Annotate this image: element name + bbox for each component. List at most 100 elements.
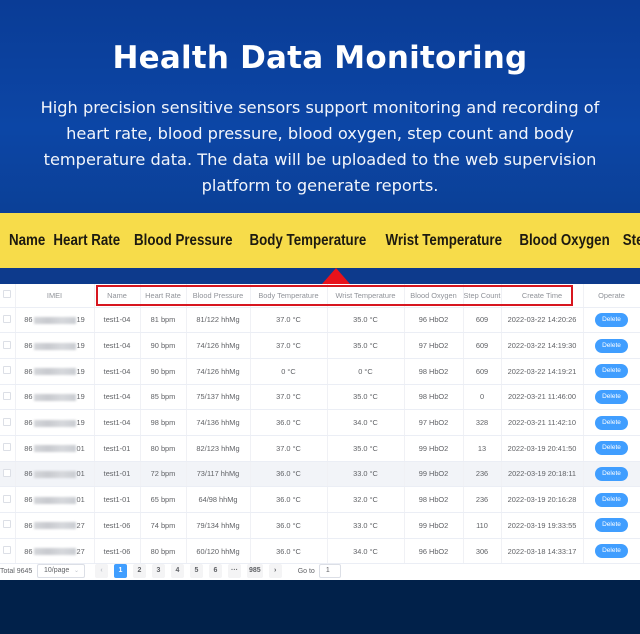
name-cell: test1-06 [94, 538, 141, 565]
row-checkbox[interactable] [0, 538, 16, 565]
operate-cell: Delete [583, 332, 640, 359]
page-button[interactable]: 3 [152, 564, 165, 578]
column-header: IMEI [15, 284, 95, 308]
body-temp-cell: 36.0 °C [250, 409, 328, 436]
page-button[interactable]: 2 [133, 564, 146, 578]
heart-rate-cell: 74 bpm [140, 512, 187, 539]
name-cell: test1-04 [94, 409, 141, 436]
delete-button[interactable]: Delete [595, 441, 628, 456]
next-page-button[interactable]: › [268, 564, 282, 578]
step-count-cell: 328 [463, 409, 502, 436]
goto-page-input[interactable]: 1 [318, 564, 341, 578]
body-temp-cell: 36.0 °C [250, 486, 328, 513]
redacted-imei [33, 496, 76, 504]
delete-button[interactable]: Delete [595, 415, 628, 430]
delete-button[interactable]: Delete [595, 389, 628, 404]
column-header: Step Count [463, 284, 502, 308]
blood-pressure-cell: 75/137 hhMg [186, 384, 251, 411]
table-row[interactable]: 86 01 test1-01 65 bpm 64/98 hhMg 36.0 °C 32.0 … [0, 486, 640, 513]
blood-oxygen-cell: 96 HbO2 [404, 307, 464, 334]
more-pages-button[interactable]: ··· [228, 564, 241, 578]
step-count-cell: 13 [463, 435, 502, 462]
table-row[interactable]: 86 19 test1-04 90 bpm 74/126 hhMg 0 °C 0 °C 98 … [0, 358, 640, 385]
column-header: Blood Oxygen [404, 284, 464, 308]
page-button[interactable]: 1 [114, 564, 127, 578]
heart-rate-cell: 81 bpm [140, 307, 187, 334]
page-button[interactable]: 985 [247, 564, 263, 578]
blood-pressure-cell: 60/120 hhMg [186, 538, 251, 565]
table-row[interactable]: 86 27 test1-06 80 bpm 60/120 hhMg 36.0 °C 34.0… [0, 538, 640, 565]
operate-cell: Delete [583, 409, 640, 436]
footer-band [0, 580, 640, 634]
name-cell: test1-01 [94, 461, 141, 488]
step-count-cell: 306 [463, 538, 502, 565]
delete-button[interactable]: Delete [595, 364, 628, 379]
table-row[interactable]: 86 01 test1-01 80 bpm 82/123 hhMg 37.0 °C 35.0… [0, 435, 640, 462]
table-row[interactable]: 86 27 test1-06 74 bpm 79/134 hhMg 36.0 °C 33.0… [0, 512, 640, 539]
create-time-cell: 2022-03-21 11:46:00 [501, 384, 584, 411]
body-temp-cell: 37.0 °C [250, 384, 328, 411]
select-all-checkbox[interactable] [0, 284, 16, 308]
feature-label: Heart Rate [53, 231, 121, 249]
blood-oxygen-cell: 98 HbO2 [404, 486, 464, 513]
blood-oxygen-cell: 97 HbO2 [404, 409, 464, 436]
table-row[interactable]: 86 19 test1-04 85 bpm 75/137 hhMg 37.0 °C 35.0… [0, 384, 640, 411]
create-time-cell: 2022-03-22 14:20:26 [501, 307, 584, 334]
table-row[interactable]: 86 19 test1-04 98 bpm 74/136 hhMg 36.0 °C 34.0… [0, 409, 640, 436]
row-checkbox[interactable] [0, 461, 16, 488]
row-checkbox[interactable] [0, 384, 16, 411]
prev-page-button[interactable]: ‹ [95, 564, 108, 578]
wrist-temp-cell: 35.0 °C [327, 384, 405, 411]
page-description: High precision sensitive sensors support… [40, 98, 600, 195]
delete-button[interactable]: Delete [595, 492, 628, 507]
imei-cell: 86 01 [15, 435, 95, 462]
delete-button[interactable]: Delete [595, 466, 628, 481]
row-checkbox[interactable] [0, 307, 16, 334]
body-temp-cell: 0 °C [250, 358, 328, 385]
create-time-cell: 2022-03-22 14:19:30 [501, 332, 584, 359]
delete-button[interactable]: Delete [595, 518, 628, 533]
blood-pressure-cell: 79/134 hhMg [186, 512, 251, 539]
create-time-cell: 2022-03-19 20:41:50 [501, 435, 584, 462]
page-button[interactable]: 4 [171, 564, 184, 578]
page-title: Health Data Monitoring [112, 40, 528, 76]
body-temp-cell: 36.0 °C [250, 461, 328, 488]
body-temp-cell: 36.0 °C [250, 512, 328, 539]
blood-pressure-cell: 74/126 hhMg [186, 358, 251, 385]
feature-label: Blood Oxygen [519, 231, 610, 249]
step-count-cell: 609 [463, 307, 502, 334]
row-checkbox[interactable] [0, 486, 16, 513]
delete-button[interactable]: Delete [595, 312, 628, 327]
page-button[interactable]: 5 [190, 564, 203, 578]
column-header: Wrist Temperature [327, 284, 405, 308]
step-count-cell: 609 [463, 332, 502, 359]
imei-cell: 86 01 [15, 486, 95, 513]
page-button[interactable]: 6 [209, 564, 222, 578]
wrist-temp-cell: 0 °C [327, 358, 405, 385]
feature-label: Name [8, 231, 46, 249]
row-checkbox[interactable] [0, 512, 16, 539]
redacted-imei [33, 522, 76, 530]
operate-cell: Delete [583, 538, 640, 565]
operate-cell: Delete [583, 307, 640, 334]
table-row[interactable]: 86 01 test1-01 72 bpm 73/117 hhMg 36.0 °C 33.0… [0, 461, 640, 488]
operate-cell: Delete [583, 384, 640, 411]
pointer-arrow-icon [322, 268, 350, 284]
redacted-imei [33, 548, 76, 556]
wrist-temp-cell: 34.0 °C [327, 409, 405, 436]
imei-cell: 86 19 [15, 384, 95, 411]
row-checkbox[interactable] [0, 332, 16, 359]
table-row[interactable]: 86 19 test1-04 81 bpm 81/122 hhMg 37.0 °C 35.0… [0, 307, 640, 334]
row-checkbox[interactable] [0, 358, 16, 385]
name-cell: test1-04 [94, 332, 141, 359]
body-temp-cell: 37.0 °C [250, 435, 328, 462]
body-temp-cell: 36.0 °C [250, 538, 328, 565]
row-checkbox[interactable] [0, 435, 16, 462]
delete-button[interactable]: Delete [595, 338, 628, 353]
page-size-value: 10/page [44, 567, 70, 574]
table-row[interactable]: 86 19 test1-04 90 bpm 74/126 hhMg 37.0 °C 35.0… [0, 332, 640, 359]
row-checkbox[interactable] [0, 409, 16, 436]
create-time-cell: 2022-03-18 14:33:17 [501, 538, 584, 565]
page-size-select[interactable]: 10/page ⌄ [37, 564, 85, 578]
delete-button[interactable]: Delete [595, 544, 628, 559]
